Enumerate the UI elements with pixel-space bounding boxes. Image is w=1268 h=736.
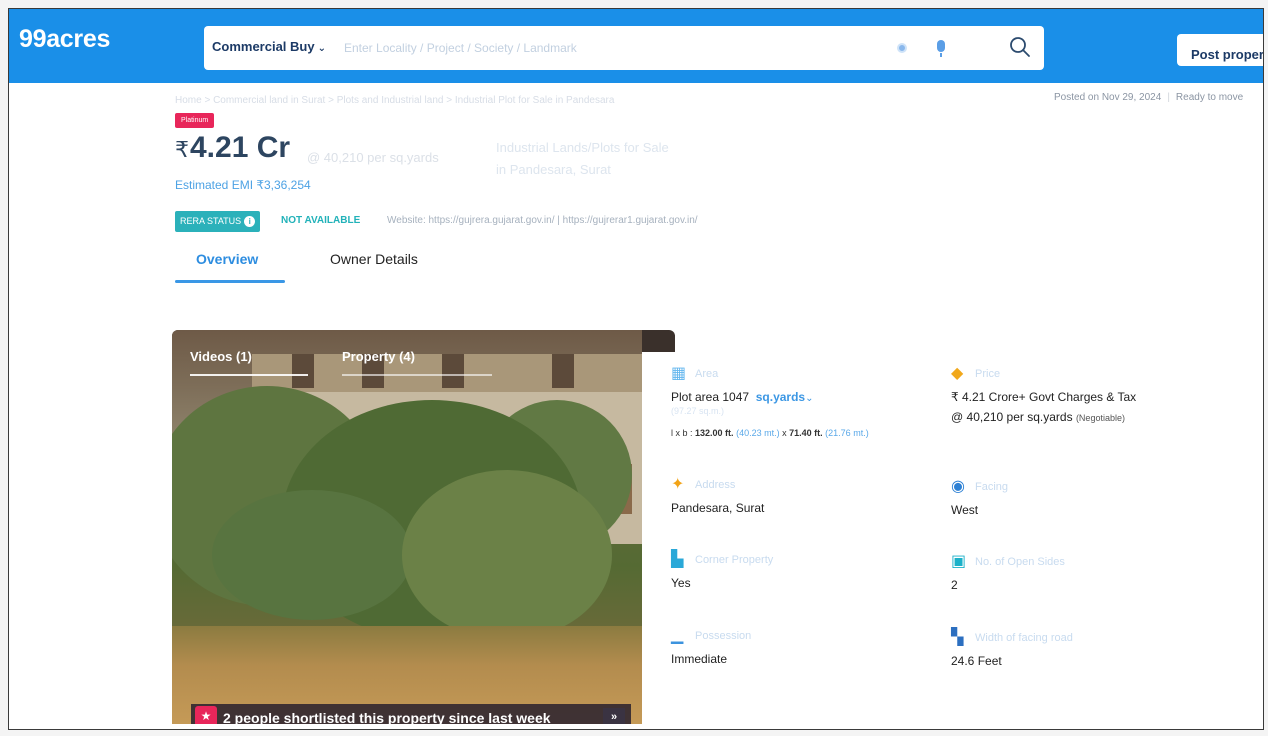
facing-label: Facing: [975, 481, 1009, 493]
corner-icon: ▙: [671, 551, 684, 568]
detail-facing: ◉ Facing West: [951, 479, 1251, 523]
posted-info: Posted on Nov 29, 2024 | Ready to move: [1054, 92, 1244, 103]
active-tab-indicator: [175, 280, 285, 283]
address-value: Pandesara, Surat: [671, 501, 765, 515]
rera-status-badge[interactable]: RERA STATUS i: [175, 211, 261, 232]
top-header: 99acres Commercial Buy⌄ Post property: [9, 9, 1263, 83]
mic-icon[interactable]: [937, 40, 945, 57]
open-sides-value: 2: [951, 578, 958, 592]
detail-price: ◆ Price ₹ 4.21 Crore+ Govt Charges & Tax…: [951, 366, 1251, 456]
platinum-badge: Platinum: [175, 113, 215, 128]
road-icon: ▚: [951, 629, 964, 646]
posted-date: Posted on Nov 29, 2024: [1054, 92, 1162, 103]
rera-status-value: NOT AVAILABLE: [281, 215, 361, 226]
shortlist-banner[interactable]: ★ 2 people shortlisted this property sin…: [191, 704, 631, 724]
breadcrumb[interactable]: Home > Commercial land in Surat > Plots …: [175, 95, 614, 106]
gallery-tab-property[interactable]: Property (4): [342, 349, 415, 364]
facing-value: West: [951, 503, 979, 517]
area-converted: (97.27 sq.m.): [671, 406, 725, 416]
tab-overview[interactable]: Overview: [196, 251, 258, 267]
area-unit-dropdown[interactable]: sq.yards: [756, 390, 805, 404]
info-icon[interactable]: i: [244, 216, 256, 227]
search-bar: Commercial Buy ⌄: [204, 26, 1044, 70]
estimated-emi[interactable]: Estimated EMI ₹3,36,254: [175, 178, 311, 192]
photo-gallery[interactable]: Videos (1) Property (4) ★ 2 people short…: [172, 330, 675, 724]
chevron-down-icon: ⌄: [317, 43, 326, 54]
price-per-sqyard: @ 40,210 per sq.yards (Negotiable): [951, 410, 1125, 424]
price-label: Price: [975, 368, 1001, 380]
star-icon: ★: [195, 706, 217, 724]
detail-possession: ▁ Possession Immediate: [671, 628, 941, 672]
page-frame: 99acres Commercial Buy⌄ Post property Ho…: [8, 8, 1264, 730]
property-photo[interactable]: [172, 330, 642, 724]
road-width-value: 24.6 Feet: [951, 654, 1002, 668]
location-icon[interactable]: [897, 43, 907, 53]
detail-road-width: ▚ Width of facing road 24.6 Feet: [951, 630, 1251, 674]
availability-status: Ready to move: [1175, 92, 1244, 103]
close-banner-icon[interactable]: »: [603, 708, 625, 724]
plot-dimensions: l x b : 132.00 ft. (40.23 mt.) x 71.40 f…: [671, 428, 869, 438]
signpost-icon: ✦: [671, 476, 685, 493]
possession-label: Possession: [695, 630, 752, 642]
site-logo[interactable]: 99acres: [19, 25, 110, 54]
area-value: Plot area 1047 sq.yards⌄: [671, 390, 814, 404]
post-property-button[interactable]: Post property: [1177, 34, 1263, 66]
possession-value: Immediate: [671, 652, 728, 666]
address-label: Address: [695, 479, 736, 491]
category-dropdown[interactable]: Commercial Buy ⌄: [212, 39, 326, 54]
detail-corner: ▙ Corner Property Yes: [671, 552, 941, 596]
gallery-tab-divider: [342, 374, 492, 376]
price-value: ₹ 4.21 Crore+ Govt Charges & Tax: [951, 390, 1137, 404]
corner-value: Yes: [671, 576, 691, 590]
price-tag-icon: ◆: [951, 365, 964, 382]
listing-title: Industrial Lands/Plots for Sale in Pande…: [496, 140, 669, 177]
area-icon: ▦: [671, 365, 687, 382]
detail-address: ✦ Address Pandesara, Surat: [671, 477, 941, 521]
detail-area: ▦ Area Plot area 1047 sq.yards⌄ (97.27 s…: [671, 366, 941, 456]
gallery-tab-indicator: [190, 374, 308, 376]
road-width-label: Width of facing road: [975, 632, 1073, 644]
search-icon[interactable]: [1009, 36, 1031, 58]
open-sides-icon: ▣: [951, 553, 967, 570]
rera-website[interactable]: Website: https://gujrera.gujarat.gov.in/…: [387, 215, 698, 226]
possession-icon: ▁: [671, 627, 684, 644]
open-sides-label: No. of Open Sides: [975, 556, 1065, 568]
compass-icon: ◉: [951, 478, 965, 495]
listing-price: ₹4.21 Cr: [175, 131, 291, 164]
area-label: Area: [695, 368, 719, 380]
gallery-tab-videos[interactable]: Videos (1): [190, 349, 252, 364]
detail-open-sides: ▣ No. of Open Sides 2: [951, 554, 1251, 598]
corner-label: Corner Property: [695, 554, 774, 566]
search-input[interactable]: [344, 36, 864, 60]
price-per-unit: @ 40,210 per sq.yards: [307, 150, 439, 165]
tab-owner-details[interactable]: Owner Details: [330, 251, 418, 267]
